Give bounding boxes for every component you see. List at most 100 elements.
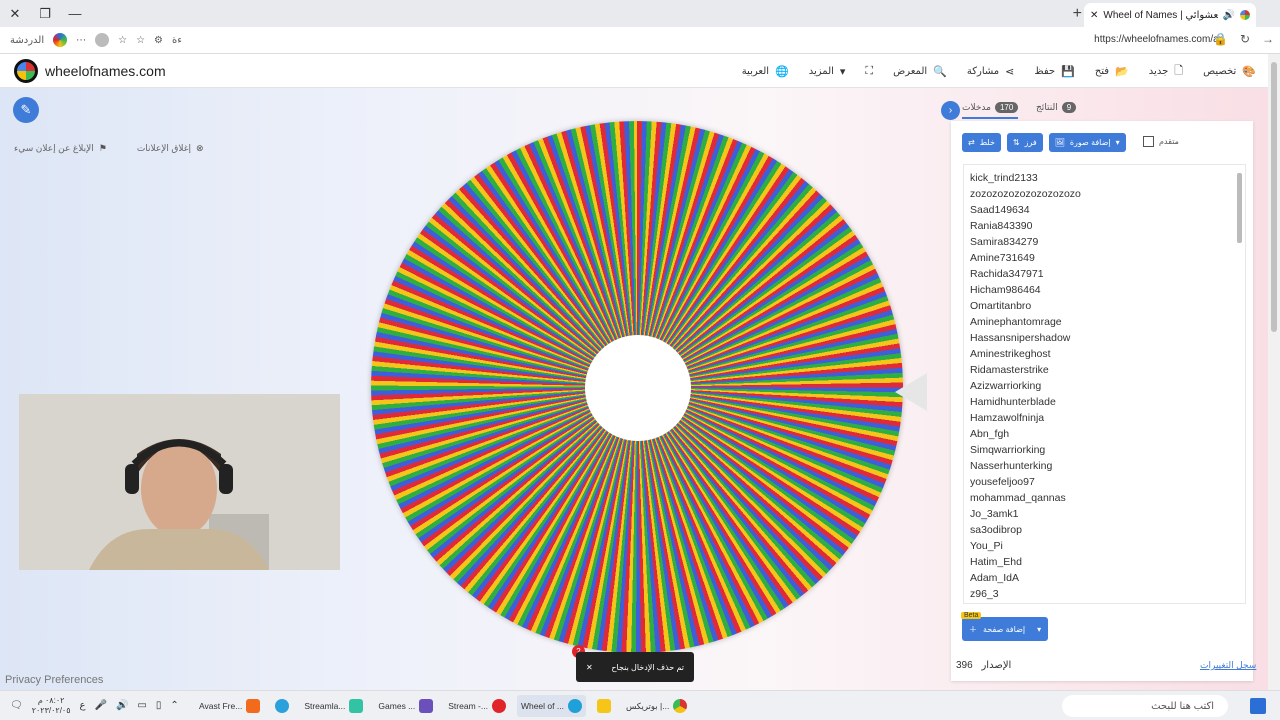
- windows-start-icon[interactable]: [1250, 698, 1266, 714]
- back-icon[interactable]: →: [1262, 32, 1274, 46]
- entry-line[interactable]: Azizwarriorking: [970, 378, 1239, 394]
- collections-icon[interactable]: ☆: [118, 35, 127, 46]
- entry-line[interactable]: You_Pi: [970, 538, 1239, 554]
- advanced-label: متقدم: [1159, 137, 1179, 146]
- close-window-icon[interactable]: ✕: [0, 0, 30, 27]
- minimize-window-icon[interactable]: —: [60, 0, 90, 27]
- advanced-checkbox[interactable]: [1143, 136, 1154, 147]
- mic-icon[interactable]: 🎤: [95, 700, 107, 711]
- search-icon: 🔍: [933, 65, 947, 78]
- privacy-preferences-link[interactable]: Privacy Preferences: [5, 674, 103, 686]
- settings-icon[interactable]: ⚙: [154, 35, 163, 46]
- site-logo[interactable]: wheelofnames.com: [14, 58, 166, 83]
- favorite-icon[interactable]: ☆: [136, 35, 145, 46]
- entry-line[interactable]: Adam_IdA: [970, 570, 1239, 586]
- battery-icon[interactable]: ▯: [156, 700, 162, 711]
- entry-line[interactable]: Amine731649: [970, 250, 1239, 266]
- scrollbar-thumb[interactable]: [1271, 62, 1277, 332]
- entry-line[interactable]: Saad149634: [970, 202, 1239, 218]
- taskbar-app-avast[interactable]: Avast Fre...: [195, 695, 264, 717]
- collapse-panel-button[interactable]: ›: [941, 101, 960, 120]
- tab-entries[interactable]: مدخلات 170: [962, 102, 1019, 119]
- notifications-icon[interactable]: 🗨: [10, 700, 23, 711]
- tray-overflow-icon[interactable]: ⌃: [170, 700, 178, 711]
- menu-fullscreen[interactable]: ⛶: [865, 65, 873, 78]
- taskbar-app-telegram[interactable]: [271, 695, 293, 717]
- entry-line[interactable]: zozozozozozozozozozo: [970, 186, 1239, 202]
- opera-icon: [491, 699, 506, 713]
- language-indicator[interactable]: ع: [80, 700, 86, 711]
- entry-line[interactable]: Nasserhunterking: [970, 458, 1239, 474]
- entry-line[interactable]: Rania843390: [970, 218, 1239, 234]
- taskbar-app-explorer[interactable]: [593, 695, 615, 717]
- menu-share[interactable]: مشاركة ⋖: [967, 65, 1015, 78]
- games-icon: [419, 699, 434, 713]
- entry-line[interactable]: Hicham986464: [970, 282, 1239, 298]
- address-url[interactable]: https://wheelofnames.com/ar: [1094, 34, 1222, 45]
- entry-line[interactable]: mohammad_qannas: [970, 490, 1239, 506]
- add-image-button[interactable]: 🖼 إضافة صورة ▾: [1048, 133, 1126, 152]
- taskbar-app-wheel[interactable]: Wheel of ...: [516, 695, 586, 717]
- restore-window-icon[interactable]: ❐: [30, 0, 60, 27]
- entry-line[interactable]: Abn_fgh: [970, 426, 1239, 442]
- shuffle-button[interactable]: ⇄ خلط: [962, 133, 1001, 152]
- entry-line[interactable]: yousefeljoo97: [970, 474, 1239, 490]
- entry-line[interactable]: Hassansnipershadow: [970, 330, 1239, 346]
- taskbar-app-games[interactable]: Games ...: [374, 695, 437, 717]
- entry-line[interactable]: Samira834279: [970, 234, 1239, 250]
- entry-line[interactable]: Hamidhunterblade: [970, 394, 1239, 410]
- taskbar-app-stream[interactable]: Stream -...: [444, 695, 510, 717]
- entry-line[interactable]: Aminephantomrage: [970, 314, 1239, 330]
- spinning-wheel[interactable]: [371, 121, 903, 653]
- menu-open[interactable]: فتح 📂: [1095, 65, 1129, 78]
- tab-results[interactable]: النتائج 9: [1036, 102, 1077, 113]
- menu-more[interactable]: المزيد ▾: [809, 65, 846, 78]
- entry-line[interactable]: Hamzawolfninja: [970, 410, 1239, 426]
- entry-line[interactable]: Aminestrikeghost: [970, 346, 1239, 362]
- add-entry-image-button[interactable]: ＋ إضافة صفحة ▾: [962, 617, 1048, 641]
- entry-line[interactable]: z96_3: [970, 586, 1239, 602]
- report-ad-link[interactable]: الإبلاغ عن إعلان سيء ⚑: [14, 143, 107, 154]
- close-ads-link[interactable]: إغلاق الإعلانات ⊗: [137, 143, 204, 154]
- sort-button[interactable]: ⇅ فرز: [1006, 133, 1043, 152]
- entry-line[interactable]: Jo_3amk1: [970, 506, 1239, 522]
- wheel-center-hub[interactable]: [585, 335, 691, 441]
- toast-close-button[interactable]: ✕: [586, 663, 593, 672]
- chevron-down-icon: ▾: [1037, 624, 1042, 634]
- entry-line[interactable]: Hatim_Ehd: [970, 554, 1239, 570]
- advanced-toggle[interactable]: متقدم: [1143, 136, 1179, 147]
- menu-language[interactable]: العربية 🌐: [742, 65, 789, 78]
- entries-scrollbar[interactable]: [1237, 173, 1242, 243]
- lock-icon[interactable]: 🔒: [1213, 32, 1228, 46]
- taskbar-search[interactable]: اكتب هنا للبحث: [1062, 695, 1228, 717]
- taskbar-clock[interactable]: ٠٨:٠٢ م ٢٠٢٣/٠٢/٠٥: [32, 696, 71, 716]
- taskbar-app-streamlabs[interactable]: Streamla...: [300, 695, 367, 717]
- volume-icon[interactable]: 🔊: [116, 700, 128, 711]
- entry-line[interactable]: Omartitanbro: [970, 298, 1239, 314]
- network-icon[interactable]: ▭: [137, 700, 146, 711]
- entry-line[interactable]: Ridamasterstrike: [970, 362, 1239, 378]
- browser-tab[interactable]: ✕ Wheel of Names | عجلة الأسماء العشوائي…: [1084, 3, 1256, 27]
- refresh-icon[interactable]: ↻: [1240, 32, 1250, 46]
- taskbar-app-chrome[interactable]: بوتريكس |...: [622, 695, 691, 717]
- tab-audio-icon[interactable]: 🔊: [1223, 10, 1235, 21]
- menu-new[interactable]: جديد 🗋: [1149, 62, 1183, 81]
- copilot-icon[interactable]: [53, 33, 68, 47]
- entries-textarea[interactable]: kick_trind2133 zozozozozozozozozozo Saad14…: [963, 164, 1246, 604]
- entry-line[interactable]: Rachida347971: [970, 266, 1239, 282]
- more-icon[interactable]: ⋯: [76, 35, 86, 46]
- menu-customize[interactable]: تخصيص 🎨: [1203, 65, 1256, 78]
- entry-line[interactable]: Simqwarriorking: [970, 442, 1239, 458]
- edit-pencil-button[interactable]: ✎: [13, 97, 39, 123]
- menu-save[interactable]: حفظ 💾: [1034, 65, 1074, 78]
- profile-icon[interactable]: [95, 33, 110, 47]
- menu-gallery[interactable]: المعرض 🔍: [893, 65, 947, 78]
- reader-label[interactable]: ءة: [172, 35, 182, 46]
- entry-line[interactable]: kick_trind2133: [970, 170, 1239, 186]
- changelog-link[interactable]: سجل التغييرات: [1200, 660, 1256, 671]
- entry-line[interactable]: sa3odibrop: [970, 522, 1239, 538]
- tab-close-icon[interactable]: ✕: [1090, 10, 1098, 21]
- chat-label[interactable]: الدردشة: [10, 35, 44, 46]
- new-tab-icon[interactable]: +: [1073, 5, 1082, 23]
- page-scrollbar[interactable]: [1268, 54, 1280, 690]
